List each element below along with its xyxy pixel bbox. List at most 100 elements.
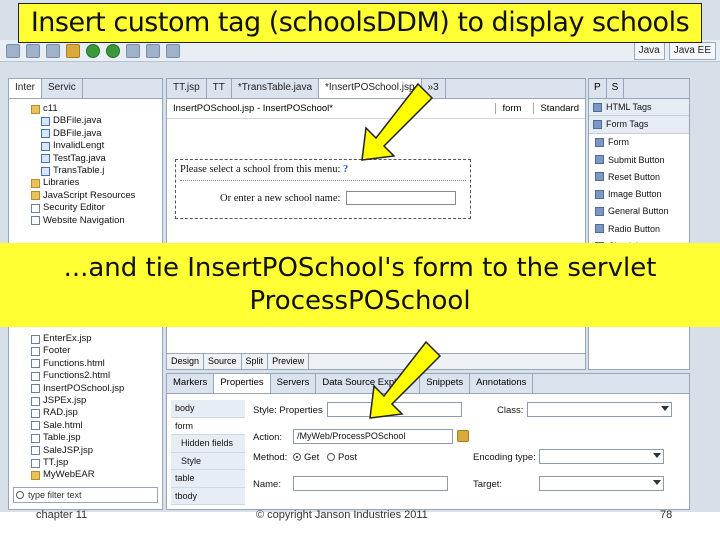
folder-browse-icon[interactable]	[457, 430, 469, 442]
element-selector[interactable]: form	[495, 103, 521, 114]
props-side-style[interactable]: Style	[171, 452, 245, 470]
props-side-tbody[interactable]: tbody	[171, 487, 245, 505]
debug-icon[interactable]	[106, 44, 120, 58]
tab-enterprise-explorer[interactable]: Inter	[9, 79, 43, 98]
action-input[interactable]: /MyWeb/ProcessPOSchool	[293, 429, 453, 444]
palette-item[interactable]: Reset Button	[589, 168, 689, 185]
tree-item[interactable]: TransTable.j	[11, 165, 160, 177]
tab-annotations[interactable]: Annotations	[470, 374, 534, 393]
palette-drawer[interactable]: Form Tags	[589, 116, 689, 134]
tree-item[interactable]: JavaScript Resources	[11, 190, 160, 202]
tree-item[interactable]: Footer	[11, 345, 160, 357]
props-side-body[interactable]: body	[171, 400, 245, 418]
forward-icon[interactable]	[166, 44, 180, 58]
tree-item[interactable]: Libraries	[11, 177, 160, 189]
tab-tt-jsp[interactable]: TT.jsp	[167, 79, 207, 98]
method-get-option[interactable]: Get	[293, 452, 319, 463]
search-icon[interactable]	[126, 44, 140, 58]
name-label: Name:	[253, 479, 281, 490]
tree-item[interactable]: MyWebEAR	[11, 469, 160, 481]
run-icon[interactable]	[86, 44, 100, 58]
props-side-form[interactable]: form	[171, 417, 245, 435]
palette-item-label: Reset Button	[608, 171, 661, 182]
file-icon	[31, 347, 40, 357]
style-input[interactable]	[327, 402, 462, 417]
standard-selector[interactable]: Standard	[533, 103, 579, 114]
tree-item[interactable]: TT.jsp	[11, 457, 160, 469]
tab-snippets-view[interactable]: Snippets	[420, 374, 471, 393]
props-side-hidden-fields[interactable]: Hidden fields	[171, 435, 245, 453]
tree-item-label: c11	[43, 103, 58, 114]
method-post-option[interactable]: Post	[327, 452, 357, 463]
palette-drawer[interactable]: HTML Tags	[589, 99, 689, 117]
tree-item-label: Functions.html	[43, 357, 105, 369]
file-icon	[41, 129, 50, 139]
palette-item[interactable]: Radio Button	[589, 220, 689, 237]
tab-markers[interactable]: Markers	[167, 374, 215, 393]
tree-item[interactable]: Security Editor	[11, 202, 160, 214]
tab-design[interactable]: Design	[167, 354, 205, 369]
palette-item[interactable]: General Button	[589, 203, 689, 220]
tree-item[interactable]: Functions2.html	[11, 370, 160, 382]
print-icon[interactable]	[46, 44, 60, 58]
palette-item[interactable]: Submit Button	[589, 151, 689, 168]
props-side-table[interactable]: table	[171, 470, 245, 488]
tree-item[interactable]: TestTag.java	[11, 153, 160, 165]
tab-overflow[interactable]: »3	[422, 79, 446, 98]
tree-item[interactable]: Sale.html	[11, 420, 160, 432]
tree-item[interactable]: InsertPOSchool.jsp	[11, 383, 160, 395]
class-select[interactable]	[527, 402, 672, 417]
tree-item[interactable]: Functions.html	[11, 358, 160, 370]
radio-get[interactable]	[293, 453, 301, 462]
drawer-icon	[593, 102, 602, 112]
file-icon	[31, 421, 40, 431]
tab-tt[interactable]: TT	[207, 79, 232, 98]
design-school-prompt: Please select a school from this menu: ?	[180, 164, 466, 181]
tab-servers[interactable]: Servers	[271, 374, 317, 393]
tree-item[interactable]: DBFile.java	[11, 115, 160, 127]
tab-snippets[interactable]: S	[607, 79, 625, 98]
tree-item[interactable]: Table.jsp	[11, 432, 160, 444]
palette-item[interactable]: Form	[589, 134, 689, 151]
tree-item[interactable]: JSPEx.jsp	[11, 395, 160, 407]
tree-item-label: InvalidLengt	[53, 140, 105, 152]
tab-services[interactable]: Servic	[42, 79, 83, 98]
server-icon[interactable]	[66, 44, 80, 58]
perspective-java[interactable]: Java	[633, 42, 665, 60]
back-icon[interactable]	[146, 44, 160, 58]
project-tree: c11 DBFile.java DBFile.java InvalidLengt Tes…	[9, 99, 162, 231]
tab-preview[interactable]: Preview	[268, 354, 310, 369]
tab-palette[interactable]: P	[589, 79, 607, 98]
tree-item[interactable]: InvalidLengt	[11, 140, 160, 152]
design-canvas[interactable]: Please select a school from this menu: ?…	[175, 159, 471, 219]
save-icon[interactable]	[26, 44, 40, 58]
design-prompt-text: Please select a school from this menu:	[180, 164, 341, 175]
perspective-javaee[interactable]: Java EE	[668, 42, 716, 60]
tab-split[interactable]: Split	[242, 354, 269, 369]
tab-transtable-java[interactable]: *TransTable.java	[232, 79, 320, 98]
target-select[interactable]	[539, 476, 664, 491]
tree-item[interactable]: RAD.jsp	[11, 407, 160, 419]
tab-source[interactable]: Source	[204, 354, 242, 369]
encoding-select[interactable]	[539, 449, 664, 464]
style-label: Style: Properties	[253, 405, 323, 416]
filter-input[interactable]: type filter text	[13, 487, 158, 503]
palette-item[interactable]: Image Button	[589, 185, 689, 202]
radio-post[interactable]	[327, 453, 335, 462]
file-icon	[31, 371, 40, 381]
tree-item[interactable]: Website Navigation	[11, 215, 160, 227]
tree-item[interactable]: DBFile.java	[11, 128, 160, 140]
tree-item-label: RAD.jsp	[43, 407, 78, 419]
tree-item[interactable]: SaleJSP.jsp	[11, 445, 160, 457]
custom-tag-marker[interactable]: ?	[343, 164, 348, 175]
tab-data-source-explorer[interactable]: Data Source Explorer	[316, 374, 421, 393]
tree-item[interactable]: EnterEx.jsp	[11, 333, 160, 345]
name-input[interactable]	[293, 476, 448, 491]
new-school-textbox[interactable]	[346, 191, 457, 205]
tree-item[interactable]: c11	[11, 103, 160, 115]
footer-page-number: 78	[660, 509, 673, 521]
tab-properties[interactable]: Properties	[214, 374, 271, 393]
target-label: Target:	[473, 479, 503, 490]
new-icon[interactable]	[6, 44, 20, 58]
tab-insertposchool-jsp[interactable]: *InsertPOSchool.jsp	[319, 79, 422, 98]
